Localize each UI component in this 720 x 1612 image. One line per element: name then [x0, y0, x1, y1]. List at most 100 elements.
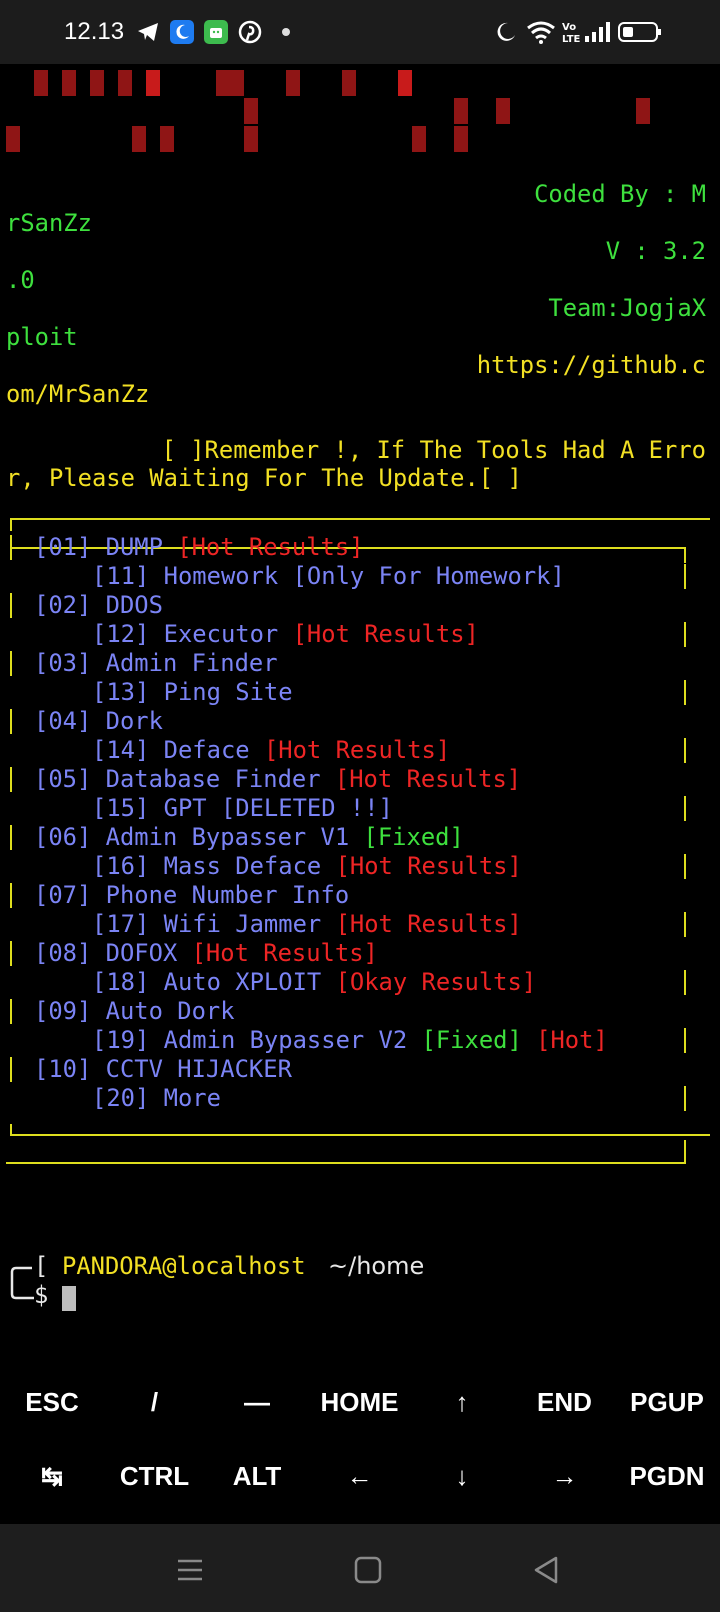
menu-item-name: Mass Deface [163, 852, 322, 880]
menu-item-number: [14] [92, 736, 150, 764]
menu-item: [10] CCTV HIJACKER [34, 1055, 292, 1084]
pinterest-icon [238, 20, 262, 44]
moon-app-icon [170, 20, 194, 44]
battery-icon [618, 22, 661, 42]
wifi-icon [527, 21, 555, 44]
credit-url: https://github.c [476, 351, 706, 379]
menu-box-edge [10, 535, 12, 560]
credit-url-wrap: om/MrSanZz [6, 380, 150, 408]
home-icon[interactable] [348, 1552, 388, 1588]
menu-box-edge [10, 767, 12, 792]
menu-box-edge [684, 564, 686, 589]
menu-item-name: Auto Dork [105, 997, 235, 1025]
extra-keys-bar: ESC / — HOME ↑ END PGUP ↹ CTRL ALT ← ↓ → PGDN [0, 1368, 720, 1524]
menu-item: [01] DUMP [Hot Results] [34, 533, 364, 562]
status-bar: 12.13 Vo LTE [0, 0, 720, 64]
key-slash[interactable]: / [105, 1372, 205, 1432]
menu-item-number: [11] [92, 562, 150, 590]
key-tab[interactable]: ↹ [2, 1446, 102, 1506]
menu-item-number: [17] [92, 910, 150, 938]
menu-box-edge [10, 883, 12, 908]
menu-item-name: Ping Site [163, 678, 293, 706]
menu-item-number: [15] [92, 794, 150, 822]
key-pgdn[interactable]: PGDN [617, 1446, 717, 1506]
key-end[interactable]: END [515, 1372, 615, 1432]
menu-item-tag: [Only For Homework] [292, 562, 565, 590]
menu-item: [09] Auto Dork [34, 997, 235, 1026]
prompt-bracket: [ [34, 1252, 49, 1280]
credit-version: V : 3.2 [605, 237, 706, 265]
terminal-cursor[interactable] [62, 1286, 76, 1311]
key-right[interactable]: → [515, 1446, 615, 1506]
key-alt[interactable]: ALT [207, 1446, 307, 1506]
menu-item-name: Homework [163, 562, 279, 590]
do-not-disturb-icon [497, 22, 515, 41]
prompt-user-host: PANDORA@localhost [62, 1252, 306, 1280]
menu-box-edge [684, 738, 686, 763]
menu-box-edge [684, 1028, 686, 1053]
menu-item-number: [05] [34, 765, 92, 793]
key-up[interactable]: ↑ [412, 1372, 512, 1432]
menu-item-name: DDOS [105, 591, 163, 619]
telegram-icon [138, 23, 158, 41]
menu-item-name: More [163, 1084, 221, 1112]
key-home[interactable]: HOME [310, 1372, 410, 1432]
credit-version-wrap: .0 [6, 266, 35, 294]
menu-item: [15] GPT [DELETED !!] [92, 794, 393, 823]
menu-box-edge [10, 593, 12, 618]
menu-item-number: [03] [34, 649, 92, 677]
status-time: 12.13 [64, 18, 125, 45]
menu-item-tag: [Hot Results] [177, 533, 364, 561]
menu-item-name: Executor [163, 620, 279, 648]
svg-text:Vo: Vo [562, 22, 576, 33]
menu-icon[interactable] [170, 1552, 210, 1588]
menu-item: [20] More [92, 1084, 221, 1113]
notice-line-1: [ ]Remember !, If The Tools Had A Erro [161, 436, 706, 464]
menu-item: [19] Admin Bypasser V2 [Fixed] [Hot] [92, 1026, 608, 1055]
credit-team-wrap: ploit [6, 323, 78, 351]
menu-item: [04] Dork [34, 707, 163, 736]
key-ctrl[interactable]: CTRL [105, 1446, 205, 1506]
menu-box-edge [684, 622, 686, 647]
menu-box-edge [10, 941, 12, 966]
menu-box-edge [684, 912, 686, 937]
menu-item-tag: [Fixed] [421, 1026, 522, 1054]
menu-item-name: Auto XPLOIT [163, 968, 322, 996]
menu-item-number: [13] [92, 678, 150, 706]
menu-item: [18] Auto XPLOIT [Okay Results] [92, 968, 536, 997]
terminal-output[interactable]: Coded By : M rSanZz V : 3.2 .0 Team:Jogj… [0, 64, 720, 1364]
prompt-symbol: $ [34, 1281, 49, 1309]
navigation-bar [0, 1524, 720, 1612]
menu-item-tag: [Okay Results] [335, 968, 537, 996]
notification-dot-icon [282, 28, 290, 36]
menu-item: [08] DOFOX [Hot Results] [34, 939, 378, 968]
menu-item-number: [02] [34, 591, 92, 619]
key-down[interactable]: ↓ [412, 1446, 512, 1506]
key-pgup[interactable]: PGUP [617, 1372, 717, 1432]
menu-item-tag: [Hot Results] [334, 765, 522, 793]
menu-item: [07] Phone Number Info [34, 881, 349, 910]
menu-box-edge [10, 709, 12, 734]
menu-box-edge [10, 651, 12, 676]
key-esc[interactable]: ESC [2, 1372, 102, 1432]
menu-item-tag: [DELETED !!] [220, 794, 393, 822]
menu-item-tag: [Hot Results] [335, 910, 522, 938]
back-icon[interactable] [526, 1552, 566, 1588]
menu-item-number: [04] [34, 707, 92, 735]
menu-item-tag: [Hot Results] [335, 852, 522, 880]
notice-line-2: r, Please Waiting For The Update.[ ] [6, 464, 522, 492]
menu-item: [05] Database Finder [Hot Results] [34, 765, 521, 794]
android-app-icon [204, 20, 228, 44]
menu-item: [17] Wifi Jammer [Hot Results] [92, 910, 522, 939]
menu-item-number: [07] [34, 881, 92, 909]
menu-item-tag: [Fixed] [363, 823, 464, 851]
key-left[interactable]: ← [310, 1446, 410, 1506]
menu-box-edge [684, 796, 686, 821]
svg-text:LTE: LTE [562, 34, 580, 44]
menu-item-tag: [Hot Results] [263, 736, 451, 764]
menu-item-tag: [Hot] [536, 1026, 608, 1054]
menu-item-tag: [Hot Results] [292, 620, 479, 648]
key-dash[interactable]: — [207, 1372, 307, 1432]
menu-item: [02] DDOS [34, 591, 163, 620]
menu-item: [11] Homework [Only For Homework] [92, 562, 565, 591]
